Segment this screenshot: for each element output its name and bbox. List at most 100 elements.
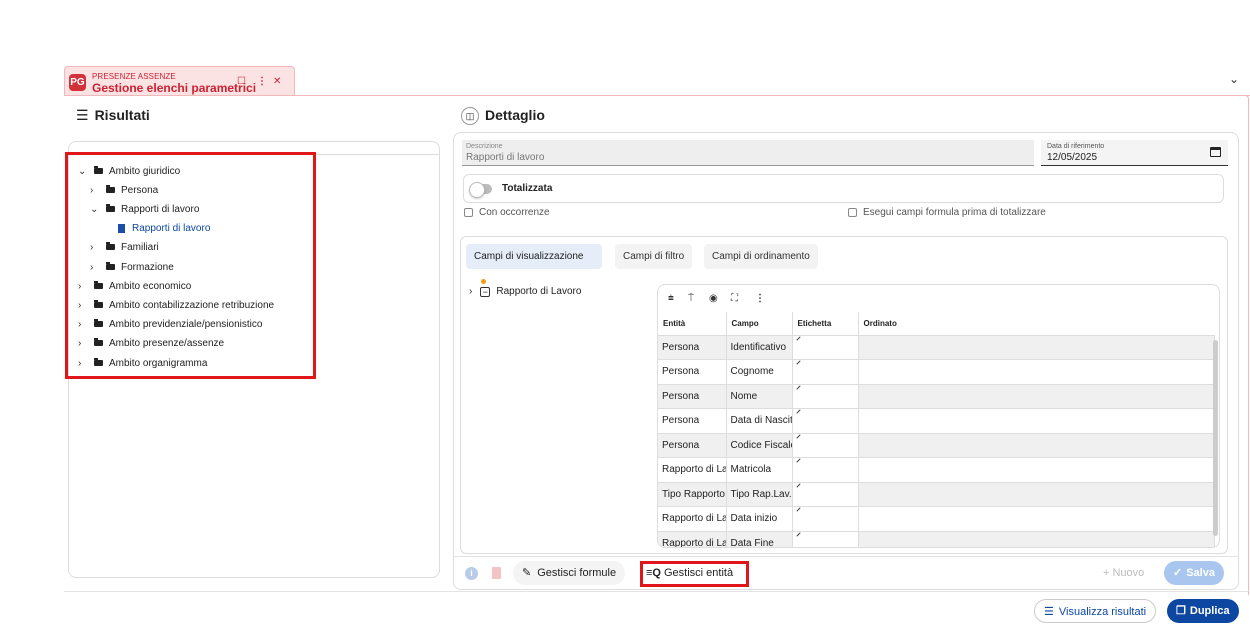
col-etichetta[interactable]: Etichetta: [792, 312, 859, 336]
more-vert-icon[interactable]: ⋮: [257, 76, 267, 87]
descrizione-field[interactable]: [462, 140, 1034, 166]
entity-label: Rapporto di Lavoro: [496, 286, 582, 297]
table-row[interactable]: Persona Identificativo: [658, 335, 1215, 360]
cell-ordinato[interactable]: [858, 457, 1215, 483]
cell-etichetta[interactable]: [792, 482, 859, 507]
cell-entita: Persona: [658, 433, 727, 458]
gestisci-formule-button[interactable]: ✎ Gestisci formule: [513, 561, 626, 585]
tab-campi-ordinamento[interactable]: Campi di ordinamento: [704, 244, 818, 269]
bookmark-icon[interactable]: ☐: [237, 76, 246, 87]
cell-ordinato[interactable]: [858, 531, 1215, 547]
entity-tree-root[interactable]: › − Rapporto di Lavoro: [469, 286, 581, 297]
more-vert-icon[interactable]: ⋮: [755, 293, 765, 304]
fullscreen-icon[interactable]: ⛶: [731, 293, 738, 304]
cell-etichetta[interactable]: [792, 531, 859, 547]
table-row[interactable]: Persona Data di Nascita: [658, 408, 1215, 434]
sidebar-toggle-icon[interactable]: ◫: [461, 107, 479, 126]
pencil-icon: ✎: [522, 567, 532, 579]
cell-entita: Persona: [658, 408, 727, 434]
app-tab[interactable]: PG PRESENZE ASSENZE Gestione elenchi par…: [64, 66, 295, 95]
cell-campo: Data Fine: [726, 531, 793, 547]
tab-underline: [64, 95, 1250, 96]
table-row[interactable]: Persona Cognome: [658, 359, 1215, 385]
totalizzata-toggle[interactable]: [469, 182, 492, 198]
toolbar-divider: [453, 556, 1239, 557]
cell-campo: Tipo Rap.Lav.: [726, 482, 793, 507]
cell-etichetta[interactable]: [792, 433, 859, 458]
table-row[interactable]: Tipo Rapporto Tipo Rap.Lav.: [658, 482, 1215, 507]
cell-etichetta[interactable]: [792, 457, 859, 483]
filter-icon[interactable]: ⍑: [688, 293, 694, 304]
results-header: ☰ Risultati: [76, 107, 150, 124]
data-label: Data di riferimento: [1047, 143, 1105, 150]
cell-ordinato[interactable]: [858, 433, 1215, 458]
cell-ordinato[interactable]: [858, 359, 1215, 385]
col-entita[interactable]: Entità: [658, 312, 727, 336]
grid-toolbar: ⩧ ⍑ ◉ ⛶ ⋮: [658, 285, 1219, 312]
cell-ordinato[interactable]: [858, 482, 1215, 507]
calendar-icon[interactable]: [1210, 147, 1221, 157]
cell-ordinato[interactable]: [858, 384, 1215, 409]
hierarchy-icon[interactable]: ⩧: [668, 293, 674, 304]
button-label: Salva: [1186, 567, 1215, 579]
button-label: Visualizza risultati: [1058, 606, 1147, 618]
col-ordinato[interactable]: Ordinato: [858, 312, 1214, 336]
collapse-box-icon[interactable]: −: [480, 286, 491, 297]
cell-etichetta[interactable]: [792, 384, 859, 409]
delete-icon[interactable]: [492, 567, 501, 579]
tab-label: Campi di visualizzazione: [474, 251, 584, 262]
cell-ordinato[interactable]: [858, 506, 1215, 532]
cell-entita: Tipo Rapporto: [658, 482, 727, 507]
tab-label: Campi di filtro: [623, 251, 685, 262]
cell-ordinato[interactable]: [858, 408, 1215, 434]
dot-indicator: [481, 278, 486, 284]
duplica-button[interactable]: ❐ Duplica: [1167, 599, 1239, 623]
copy-icon: ❐: [1176, 605, 1186, 617]
eye-icon[interactable]: ◉: [709, 293, 718, 304]
cell-entita: Persona: [658, 359, 727, 385]
tab-campi-filtro[interactable]: Campi di filtro: [615, 244, 693, 269]
list-icon: ☰: [76, 107, 89, 123]
table-row[interactable]: Rapporto di LavoroData Fine: [658, 531, 1215, 547]
info-icon[interactable]: i: [465, 567, 478, 580]
table-row[interactable]: Rapporto di LavoroMatricola: [658, 457, 1215, 483]
cell-entita: Persona: [658, 384, 727, 409]
col-campo[interactable]: Campo: [726, 312, 793, 336]
page-title: Gestione elenchi parametrici: [92, 81, 257, 95]
detail-header: ◫ Dettaglio: [461, 107, 545, 126]
esegui-label: Esegui campi formula prima di totalizzar…: [863, 207, 1046, 218]
cell-etichetta[interactable]: [792, 506, 859, 532]
results-title: Risultati: [94, 107, 150, 123]
chevron-down-icon[interactable]: ⌄: [1229, 72, 1239, 86]
gestisci-entita-button[interactable]: ≡Q Gestisci entità: [646, 567, 733, 579]
nuovo-button[interactable]: + Nuovo: [1103, 567, 1144, 579]
totalizzata-label: Totalizzata: [502, 183, 553, 194]
page-divider: [64, 591, 1250, 592]
totalizzata-box: [463, 174, 1224, 203]
cell-etichetta[interactable]: [792, 359, 859, 385]
expand-icon[interactable]: ›: [469, 286, 472, 297]
cell-campo: Identificativo: [726, 335, 793, 360]
table-row[interactable]: Persona Nome: [658, 384, 1215, 409]
module-name: PRESENZE ASSENZE: [92, 72, 176, 81]
salva-button[interactable]: ✓ Salva: [1164, 561, 1224, 585]
esegui-checkbox[interactable]: [848, 208, 857, 217]
cell-etichetta[interactable]: [792, 408, 859, 434]
table-row[interactable]: Persona Codice Fiscale: [658, 433, 1215, 458]
highlight-tree: [65, 152, 316, 379]
cell-ordinato[interactable]: [858, 335, 1215, 360]
grid-scrollbar[interactable]: [1213, 340, 1218, 536]
button-label: Gestisci formule: [537, 567, 617, 579]
cell-campo: Codice Fiscale: [726, 433, 793, 458]
visualizza-risultati-button[interactable]: ☰ Visualizza risultati: [1034, 599, 1157, 623]
table-row[interactable]: Rapporto di LavoroData inizio: [658, 506, 1215, 532]
close-icon[interactable]: ✕: [273, 76, 281, 87]
panel-border: [1245, 95, 1249, 595]
con-occorrenze-label: Con occorrenze: [479, 207, 550, 218]
cell-etichetta[interactable]: [792, 335, 859, 360]
tab-campi-visualizzazione[interactable]: Campi di visualizzazione: [466, 244, 602, 284]
con-occorrenze-checkbox[interactable]: [464, 208, 473, 217]
check-icon: ✓: [1173, 567, 1183, 579]
grid-table: Entità Campo Etichetta Ordinato Persona I…: [658, 312, 1215, 547]
cell-entita: Persona: [658, 335, 727, 360]
